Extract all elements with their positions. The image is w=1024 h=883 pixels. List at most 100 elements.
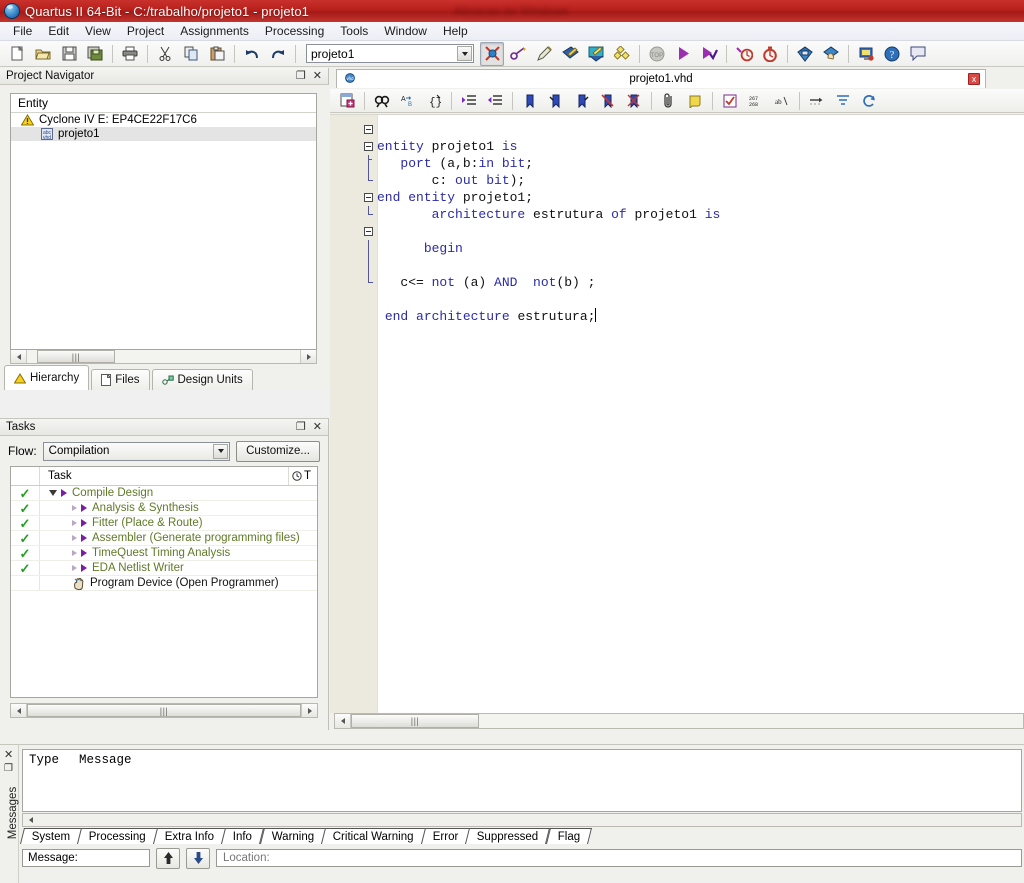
run-arrow-icon[interactable] [81, 519, 87, 527]
expander-down-icon[interactable] [49, 490, 57, 496]
tasks-hscrollbar[interactable]: ||| [10, 703, 318, 718]
tab-hierarchy[interactable]: Hierarchy [4, 365, 90, 390]
previous-message-button[interactable] [156, 847, 180, 869]
save-icon[interactable] [57, 42, 81, 66]
timing-analyzer-icon[interactable] [732, 42, 756, 66]
bookmark-add-icon[interactable] [518, 89, 542, 113]
bookmark-clear-all-icon[interactable] [622, 89, 646, 113]
run-arrow-icon[interactable] [81, 504, 87, 512]
message-icon[interactable] [906, 42, 930, 66]
menu-assignments[interactable]: Assignments [172, 22, 257, 40]
task-name-cell[interactable]: Compile Design [40, 486, 317, 500]
close-icon[interactable]: ✕ [313, 421, 322, 433]
increase-indent-icon[interactable] [457, 89, 481, 113]
fold-gutter[interactable] [330, 115, 378, 713]
table-row[interactable]: ✓ Compile Design [11, 486, 317, 501]
vhdl-source-code[interactable]: entity projeto1 is port (a,b:in bit; c: … [377, 115, 1024, 713]
copy-icon[interactable] [179, 42, 203, 66]
chevron-down-icon[interactable] [457, 46, 472, 61]
tab-flag[interactable]: Flag [545, 828, 593, 844]
fold-box-icon[interactable] [364, 142, 373, 151]
undo-icon[interactable] [240, 42, 264, 66]
tree-row-entity[interactable]: abc vhd projeto1 [11, 127, 316, 141]
find-icon[interactable] [370, 89, 394, 113]
tab-suppressed[interactable]: Suppressed [465, 828, 551, 844]
expander-right-icon[interactable] [72, 535, 77, 541]
help-icon[interactable]: ? [880, 42, 904, 66]
find-replace-icon[interactable]: AB [396, 89, 420, 113]
run-arrow-icon[interactable] [81, 534, 87, 542]
menu-view[interactable]: View [77, 22, 119, 40]
editor-code-area[interactable]: entity projeto1 is port (a,b:in bit; c: … [330, 114, 1024, 713]
expander-right-icon[interactable] [72, 505, 77, 511]
scroll-right-icon[interactable] [301, 704, 317, 717]
rtl-viewer-icon[interactable] [854, 42, 878, 66]
task-name-cell[interactable]: Fitter (Place & Route) [40, 516, 317, 530]
table-row[interactable]: ✓ TimeQuest Timing Analysis [11, 546, 317, 561]
message-input[interactable]: Message: [22, 849, 150, 867]
program-device-icon[interactable] [819, 42, 843, 66]
tab-system[interactable]: System [20, 828, 83, 844]
goto-line-icon[interactable]: {} [422, 89, 446, 113]
start-analysis-icon[interactable] [697, 42, 721, 66]
editor-hscrollbar[interactable]: ||| [334, 713, 1024, 729]
flow-select[interactable]: Compilation [42, 441, 231, 461]
scroll-right-icon[interactable] [300, 350, 316, 363]
insert-template-icon[interactable] [335, 89, 359, 113]
bookmark-clear-icon[interactable] [596, 89, 620, 113]
assignment-editor-icon[interactable] [506, 42, 530, 66]
scroll-left-icon[interactable] [23, 814, 38, 826]
tree-row-device[interactable]: Cyclone IV E: EP4CE22F17C6 [11, 113, 316, 127]
paste-icon[interactable] [205, 42, 229, 66]
tab-extra-info[interactable]: Extra Info [153, 828, 227, 844]
timequest-icon[interactable] [758, 42, 782, 66]
task-name-cell[interactable]: Program Device (Open Programmer) [40, 576, 317, 590]
save-all-icon[interactable] [83, 42, 107, 66]
scroll-thumb[interactable]: ||| [37, 350, 115, 363]
chevron-down-icon[interactable] [213, 443, 229, 459]
expander-right-icon[interactable] [72, 550, 77, 556]
undock-icon[interactable]: ❐ [296, 70, 306, 82]
expander-right-icon[interactable] [72, 520, 77, 526]
tab-processing[interactable]: Processing [77, 828, 159, 844]
bookmark-next-icon[interactable] [544, 89, 568, 113]
analysis-synthesis-icon[interactable] [584, 42, 608, 66]
scroll-left-icon[interactable] [335, 714, 351, 728]
task-name-cell[interactable]: TimeQuest Timing Analysis [40, 546, 317, 560]
tab-warning[interactable]: Warning [259, 828, 327, 844]
tab-info[interactable]: Info [221, 828, 265, 844]
expander-right-icon[interactable] [72, 565, 77, 571]
entity-tree[interactable]: Entity Cyclone IV E: EP4CE22F17C6 abc vhd… [10, 93, 317, 350]
netlist-viewer-icon[interactable] [610, 42, 634, 66]
tab-error[interactable]: Error [420, 828, 471, 844]
table-row[interactable]: ✓ EDA Netlist Writer [11, 561, 317, 576]
messages-hscrollbar[interactable] [22, 813, 1022, 827]
tab-arrow-icon[interactable] [805, 89, 829, 113]
location-field[interactable]: Location: [216, 849, 1022, 867]
print-icon[interactable] [118, 42, 142, 66]
scroll-left-icon[interactable] [11, 704, 27, 717]
new-file-icon[interactable] [5, 42, 29, 66]
table-row[interactable]: ✓ Analysis & Synthesis [11, 501, 317, 516]
tab-design-units[interactable]: Design Units [151, 369, 253, 390]
tab-critical-warning[interactable]: Critical Warning [321, 828, 426, 844]
scroll-track[interactable]: ||| [27, 350, 300, 363]
start-compilation-icon[interactable] [671, 42, 695, 66]
attach-icon[interactable] [657, 89, 681, 113]
table-row[interactable]: Program Device (Open Programmer) [11, 576, 317, 591]
menu-help[interactable]: Help [435, 22, 476, 40]
menu-edit[interactable]: Edit [40, 22, 77, 40]
scroll-track[interactable]: ||| [351, 714, 1023, 728]
menu-file[interactable]: File [5, 22, 40, 40]
close-icon[interactable]: ✕ [313, 70, 322, 82]
run-arrow-icon[interactable] [61, 489, 67, 497]
tab-files[interactable]: Files [91, 369, 150, 390]
cut-icon[interactable] [153, 42, 177, 66]
task-name-cell[interactable]: Assembler (Generate programming files) [40, 531, 317, 545]
next-message-button[interactable] [186, 847, 210, 869]
menu-tools[interactable]: Tools [332, 22, 376, 40]
customize-button[interactable]: Customize... [236, 440, 320, 462]
reload-icon[interactable] [857, 89, 881, 113]
close-icon[interactable]: ✕ [4, 748, 13, 761]
align-icon[interactable] [831, 89, 855, 113]
